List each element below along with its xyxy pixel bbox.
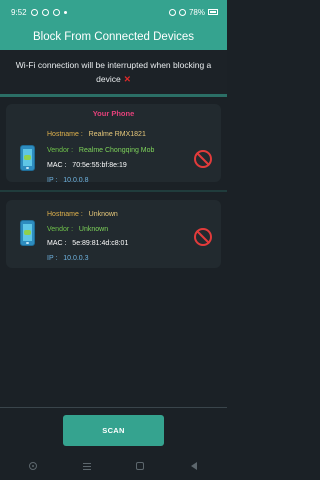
ip-row: IP : 10.0.0.8 [47, 177, 89, 184]
cross-icon: ✕ [123, 74, 131, 84]
status-bar: 9:52 78% [0, 0, 227, 24]
notification-icon [52, 8, 60, 16]
mac-row: MAC : 5e:89:81:4d:c8:01 [47, 240, 129, 247]
phone-icon [20, 145, 35, 171]
block-icon[interactable] [194, 150, 212, 168]
alarm-icon [168, 8, 176, 16]
notification-icon [41, 8, 49, 16]
phone-icon [20, 220, 35, 246]
divider [0, 190, 227, 192]
block-icon[interactable] [194, 228, 212, 246]
navigation-bar [0, 452, 227, 480]
device-card[interactable]: Hostname : Unknown Vendor : Unknown MAC … [6, 200, 221, 268]
hostname-row: Hostname : Realme RMX1821 [47, 131, 146, 138]
vendor-row: Vendor : Realme Chongqing Mob [47, 147, 155, 154]
hostname-value: Realme RMX1821 [88, 131, 146, 138]
app-bar: Block From Connected Devices [0, 24, 227, 50]
device-card[interactable]: Your Phone Hostname : Realme RMX1821 Ven… [6, 104, 221, 184]
accessibility-icon[interactable] [28, 461, 38, 471]
clock: 9:52 [11, 7, 27, 17]
ip-value: 10.0.0.3 [63, 255, 89, 262]
page-title: Block From Connected Devices [32, 31, 195, 43]
hostname-row: Hostname : Unknown [47, 211, 118, 218]
back-icon[interactable] [189, 461, 199, 471]
wifi-icon [178, 8, 186, 16]
your-phone-badge: Your Phone [92, 109, 135, 118]
vendor-value: Unknown [78, 226, 109, 233]
notice-text: Wi-Fi connection will be interrupted whe… [15, 60, 212, 84]
battery-icon [208, 9, 218, 15]
scan-button[interactable]: SCAN [63, 415, 164, 446]
menu-icon[interactable] [82, 461, 92, 471]
ip-row: IP : 10.0.0.3 [47, 255, 89, 262]
mac-value: 5e:89:81:4d:c8:01 [72, 240, 129, 247]
vendor-row: Vendor : Unknown [47, 226, 109, 233]
notification-icon [30, 8, 38, 16]
more-notifications-icon [63, 10, 67, 14]
divider [0, 94, 227, 97]
hostname-value: Unknown [88, 211, 118, 218]
battery-level: 78% [188, 7, 205, 17]
divider [0, 407, 227, 408]
vendor-value: Realme Chongqing Mob [78, 147, 155, 154]
mac-row: MAC : 70:5e:55:bf:8e:19 [47, 162, 127, 169]
ip-value: 10.0.0.8 [63, 177, 89, 184]
home-icon[interactable] [135, 461, 145, 471]
mac-value: 70:5e:55:bf:8e:19 [72, 162, 127, 169]
warning-notice: Wi-Fi connection will be interrupted whe… [0, 50, 227, 94]
